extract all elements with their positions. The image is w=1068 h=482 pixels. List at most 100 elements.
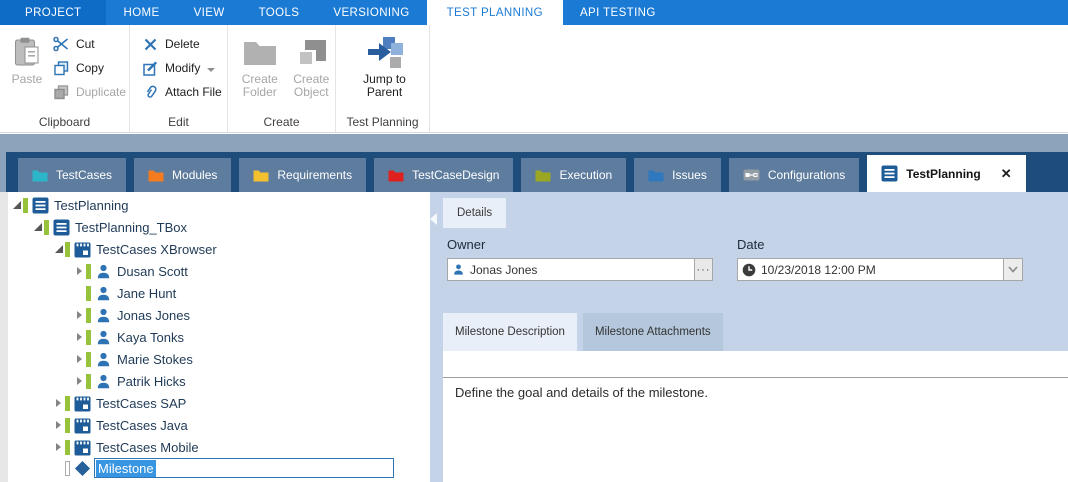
ribbon-group-label-create: Create (228, 115, 335, 129)
ribbon-group-edit: Delete Modify (130, 25, 228, 132)
clock-icon (742, 263, 756, 277)
jump-to-parent-icon (366, 31, 404, 73)
tab-requirements[interactable]: Requirements (239, 158, 366, 192)
modify-dropdown-caret-icon[interactable] (207, 68, 215, 76)
tab-execution[interactable]: Execution (521, 158, 626, 192)
left-edge-strip (0, 192, 8, 482)
cut-label: Cut (76, 37, 95, 51)
object-icon (295, 31, 327, 73)
person-icon (95, 285, 112, 302)
date-value: 10/23/2018 12:00 PM (761, 263, 876, 277)
tree-item-testcases-mobile[interactable]: TestCases Mobile (8, 436, 430, 458)
expand-arrow-icon[interactable] (77, 267, 82, 275)
status-bar (44, 220, 49, 235)
menu-item-api-testing[interactable]: API TESTING (563, 0, 673, 25)
jump-to-parent-label: Jump to Parent (352, 73, 418, 99)
expand-arrow-icon[interactable] (56, 421, 61, 429)
tab-testcases[interactable]: TestCases (18, 158, 126, 192)
tree-item-label: Marie Stokes (117, 352, 193, 367)
tree-item-patrik-hicks[interactable]: Patrik Hicks (8, 370, 430, 392)
edit-small-buttons: Delete Modify (130, 32, 227, 104)
tree-item-label: TestCases XBrowser (96, 242, 217, 257)
tree-item-label: TestCases SAP (96, 396, 186, 411)
collapse-panel-arrow-icon[interactable] (430, 213, 437, 225)
owner-value: Jonas Jones (470, 263, 537, 277)
expand-arrow-icon[interactable] (55, 245, 63, 253)
attach-file-button[interactable]: Attach File (139, 80, 227, 104)
details-panel: Details Owner Date Jonas Jones ··· 10/23… (443, 192, 1068, 482)
tab-testplanning[interactable]: TestPlanning ✕ (867, 155, 1025, 192)
tab-label: TestCaseDesign (412, 168, 499, 182)
menu-item-versioning[interactable]: VERSIONING (316, 0, 426, 25)
expand-arrow-icon[interactable] (56, 443, 61, 451)
copy-label: Copy (76, 61, 104, 75)
folder-icon (243, 31, 277, 73)
ribbon-group-clipboard: Paste Cut (0, 25, 130, 132)
expand-arrow-icon[interactable] (34, 223, 42, 231)
tree-item-marie-stokes[interactable]: Marie Stokes (8, 348, 430, 370)
tab-label: Issues (672, 168, 707, 182)
tree-item-testplanning[interactable]: TestPlanning (8, 194, 430, 216)
configurations-icon (743, 169, 760, 181)
tab-details[interactable]: Details (443, 198, 506, 228)
tree-item-milestone-editing[interactable]: Milestone (8, 457, 430, 479)
panel-divider[interactable] (430, 192, 443, 482)
status-bar (86, 308, 91, 323)
folder-icon (388, 168, 404, 182)
paperclip-icon (142, 84, 159, 101)
tab-configurations[interactable]: Configurations (729, 158, 859, 192)
expand-arrow-icon[interactable] (56, 399, 61, 407)
tree-item-kaya-tonks[interactable]: Kaya Tonks (8, 326, 430, 348)
milestone-description-area[interactable]: Define the goal and details of the miles… (443, 351, 1068, 482)
ribbon-group-label-test-planning: Test Planning (336, 115, 429, 129)
menu-item-test-planning[interactable]: TEST PLANNING (427, 0, 563, 25)
milestone-description-text: Define the goal and details of the miles… (455, 385, 708, 400)
calendar-icon (74, 241, 91, 258)
date-field[interactable]: 10/23/2018 12:00 PM (737, 258, 1023, 281)
owner-label: Owner (447, 237, 485, 252)
tree-item-jane-hunt[interactable]: Jane Hunt (8, 282, 430, 304)
copy-button[interactable]: Copy (50, 56, 129, 80)
tree-item-testplanning-tbox[interactable]: TestPlanning_TBox (8, 216, 430, 238)
milestone-subtabs: Milestone Description Milestone Attachme… (443, 313, 729, 351)
person-icon (452, 263, 465, 276)
selected-text: Milestone (96, 460, 156, 477)
menu-item-project[interactable]: PROJECT (0, 0, 106, 25)
tree-item-label: Patrik Hicks (117, 374, 186, 389)
owner-browse-button[interactable]: ··· (694, 259, 712, 280)
tab-label: TestPlanning (906, 167, 980, 181)
owner-field[interactable]: Jonas Jones ··· (447, 258, 713, 281)
status-bar (86, 264, 91, 279)
tree-item-edit-input[interactable]: Milestone (94, 458, 394, 478)
status-bar (86, 330, 91, 345)
menu-item-home[interactable]: HOME (106, 0, 176, 25)
close-icon[interactable]: ✕ (1001, 166, 1012, 182)
menu-item-view[interactable]: VIEW (177, 0, 242, 25)
modify-button[interactable]: Modify (139, 56, 227, 80)
tree-item-testcases-sap[interactable]: TestCases SAP (8, 392, 430, 414)
paste-label: Paste (12, 73, 43, 86)
expand-arrow-icon[interactable] (77, 311, 82, 319)
cut-button[interactable]: Cut (50, 32, 129, 56)
tab-issues[interactable]: Issues (634, 158, 721, 192)
tree-item-testcases-java[interactable]: TestCases Java (8, 414, 430, 436)
tab-testcasedesign[interactable]: TestCaseDesign (374, 158, 513, 192)
date-label: Date (737, 237, 764, 252)
expand-arrow-icon[interactable] (77, 333, 82, 341)
tab-milestone-attachments[interactable]: Milestone Attachments (583, 313, 723, 351)
tab-label: TestCases (56, 168, 112, 182)
ribbon-group-label-edit: Edit (130, 115, 227, 129)
date-dropdown-button[interactable] (1003, 259, 1022, 280)
tab-modules[interactable]: Modules (134, 158, 231, 192)
delete-button[interactable]: Delete (139, 32, 227, 56)
tree-item-dusan-scott[interactable]: Dusan Scott (8, 260, 430, 282)
tab-milestone-description[interactable]: Milestone Description (443, 313, 577, 351)
expand-arrow-icon[interactable] (77, 377, 82, 385)
expand-arrow-icon[interactable] (77, 355, 82, 363)
delete-x-icon (142, 36, 159, 53)
tree-item-testcases-xbrowser[interactable]: TestCases XBrowser (8, 238, 430, 260)
status-bar (86, 352, 91, 367)
expand-arrow-icon[interactable] (13, 201, 21, 209)
tree-item-jonas-jones[interactable]: Jonas Jones (8, 304, 430, 326)
menu-item-tools[interactable]: TOOLS (242, 0, 317, 25)
